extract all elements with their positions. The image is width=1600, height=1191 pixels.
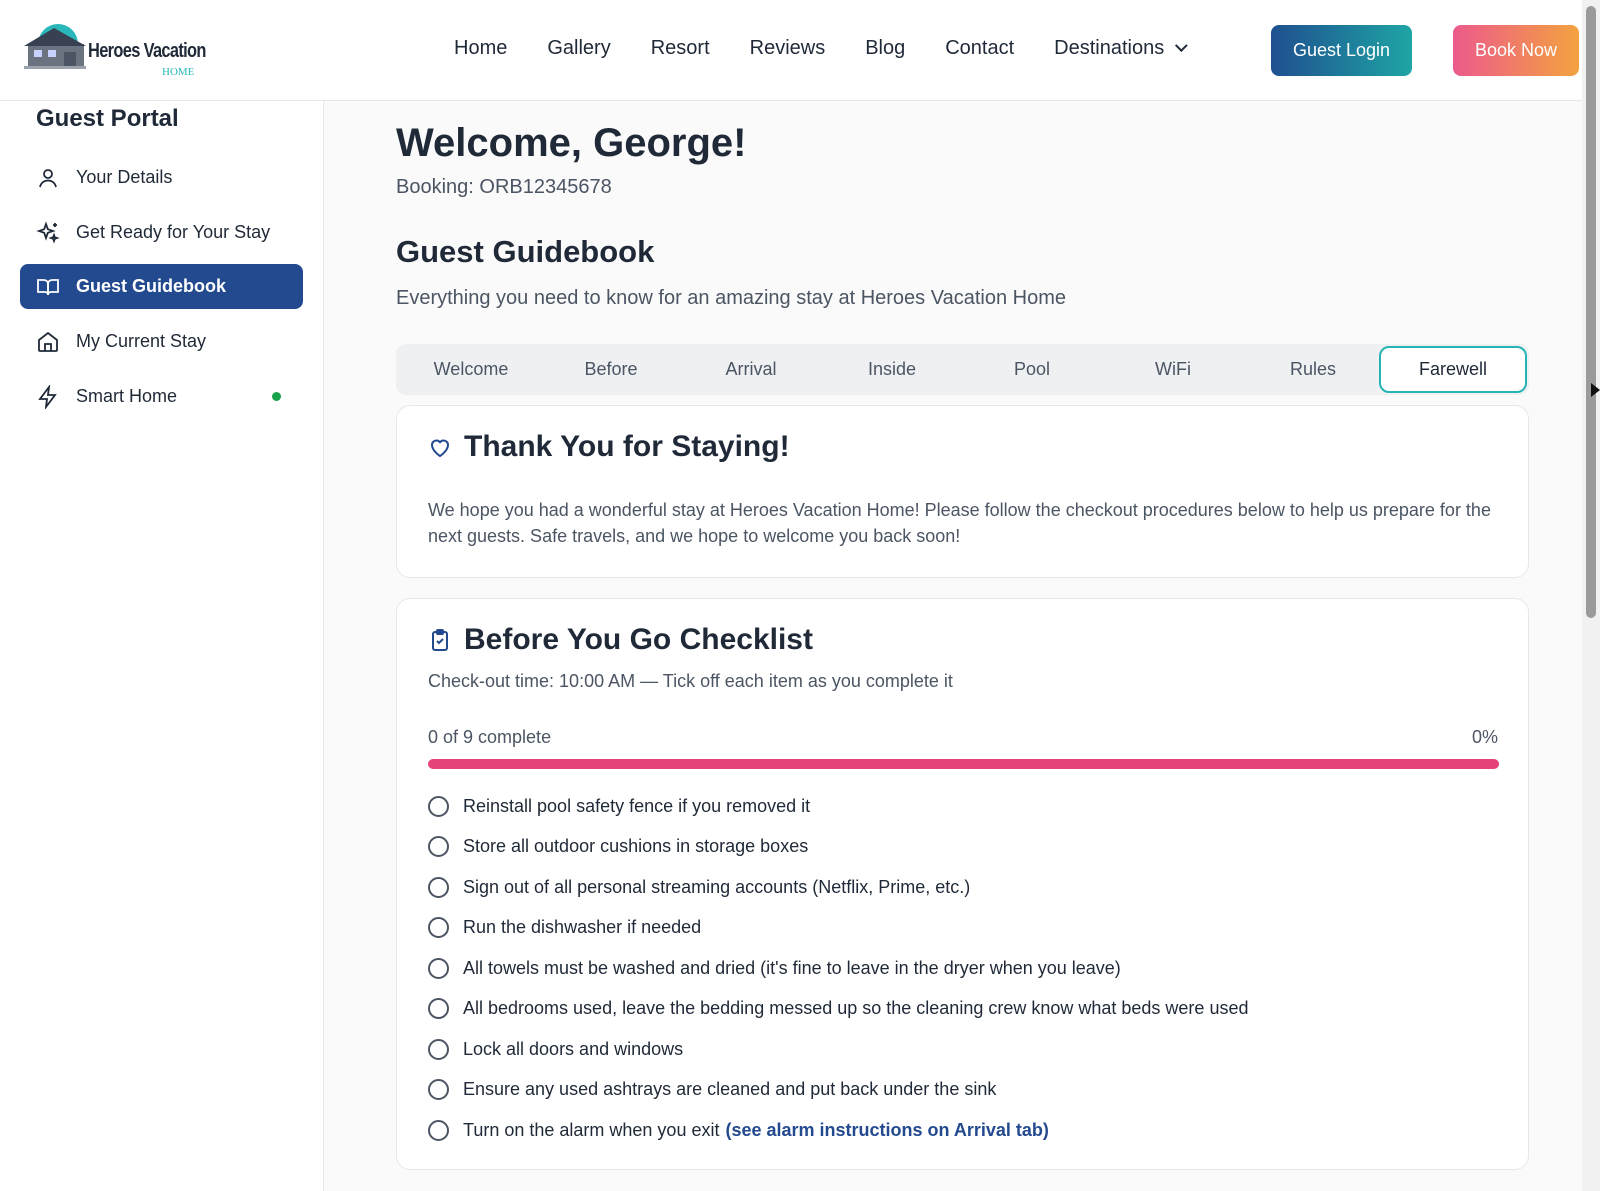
- checkbox[interactable]: [428, 917, 449, 939]
- checklist-card: Before You Go Checklist Check-out time: …: [396, 598, 1529, 1170]
- checkbox[interactable]: [428, 1079, 449, 1101]
- logo-text: Heroes Vacation: [88, 40, 206, 62]
- checklist-title-text: Before You Go Checklist: [464, 623, 813, 656]
- checkbox[interactable]: [428, 836, 449, 858]
- checklist-title: Before You Go Checklist: [428, 623, 813, 657]
- sidebar-item-my-current-stay[interactable]: My Current Stay: [20, 319, 303, 364]
- site-header: Heroes Vacation HOME Home Gallery Resort…: [0, 0, 1582, 101]
- lightning-icon: [38, 384, 57, 409]
- checklist-item-text: Run the dishwasher if needed: [463, 917, 702, 938]
- sidebar-item-guest-guidebook[interactable]: Guest Guidebook: [20, 264, 303, 309]
- alarm-instructions-link[interactable]: (see alarm instructions on Arrival tab): [725, 1120, 1048, 1141]
- nav-resort[interactable]: Resort: [651, 37, 710, 60]
- online-status-dot: [272, 392, 281, 401]
- checklist-item-text: Ensure any used ashtrays are cleaned and…: [463, 1079, 997, 1100]
- checklist: Reinstall pool safety fence if you remov…: [428, 786, 1248, 1151]
- guidebook-tabs: Welcome Before Arrival Inside Pool WiFi …: [396, 344, 1529, 395]
- scrollbar-thumb[interactable]: [1586, 6, 1596, 618]
- sidebar-item-label: Get Ready for Your Stay: [76, 222, 271, 242]
- tab-inside[interactable]: Inside: [818, 346, 966, 393]
- checkbox[interactable]: [428, 876, 449, 898]
- welcome-heading: Welcome, George!: [396, 121, 747, 165]
- thank-you-title: Thank You for Staying!: [428, 430, 790, 464]
- progress-bar: [428, 759, 1499, 769]
- checklist-item[interactable]: Turn on the alarm when you exit (see alar…: [428, 1110, 1248, 1151]
- checklist-item-text: Turn on the alarm when you exit: [463, 1119, 720, 1140]
- tab-before[interactable]: Before: [537, 346, 685, 393]
- thank-you-card: Thank You for Staying! We hope you had a…: [396, 405, 1529, 578]
- checkbox[interactable]: [428, 1038, 449, 1060]
- checklist-item[interactable]: All bedrooms used, leave the bedding mes…: [428, 989, 1248, 1030]
- nav-gallery[interactable]: Gallery: [547, 37, 610, 60]
- sidebar-item-your-details[interactable]: Your Details: [20, 155, 303, 200]
- checkbox[interactable]: [428, 795, 449, 817]
- checkbox[interactable]: [428, 998, 449, 1020]
- checklist-item[interactable]: Lock all doors and windows: [428, 1029, 1248, 1070]
- checklist-item-text: Lock all doors and windows: [463, 1038, 684, 1059]
- checkbox[interactable]: [428, 1119, 449, 1141]
- checklist-item[interactable]: Ensure any used ashtrays are cleaned and…: [428, 1070, 1248, 1111]
- house-logo-icon: [24, 24, 86, 69]
- thank-you-text: We hope you had a wonderful stay at Hero…: [428, 500, 1491, 546]
- heart-icon: [430, 439, 450, 458]
- checklist-item-text: Sign out of all personal streaming accou…: [463, 876, 971, 897]
- tab-farewell[interactable]: Farewell: [1379, 346, 1527, 393]
- page-scrollbar[interactable]: [1582, 0, 1600, 1191]
- mouse-cursor: [1591, 383, 1600, 397]
- tab-arrival[interactable]: Arrival: [677, 346, 825, 393]
- checkbox[interactable]: [428, 957, 449, 979]
- portal-sidebar: Guest Portal Your Details Get Ready for …: [0, 101, 324, 1191]
- tab-wifi[interactable]: WiFi: [1099, 346, 1247, 393]
- checklist-item[interactable]: Run the dishwasher if needed: [428, 908, 1248, 949]
- portal-title: Guest Portal: [36, 105, 179, 132]
- guidebook-title: Guest Guidebook: [396, 234, 655, 269]
- sidebar-item-smart-home[interactable]: Smart Home: [20, 374, 303, 419]
- checklist-item-text: All towels must be washed and dried (it'…: [463, 957, 1121, 978]
- checklist-item[interactable]: Reinstall pool safety fence if you remov…: [428, 786, 1248, 827]
- site-logo[interactable]: Heroes Vacation HOME: [24, 22, 206, 80]
- guest-login-button[interactable]: Guest Login: [1271, 25, 1412, 76]
- nav-home[interactable]: Home: [454, 37, 507, 60]
- nav-contact[interactable]: Contact: [945, 37, 1014, 60]
- home-icon: [38, 331, 58, 352]
- sidebar-item-label: Smart Home: [76, 386, 178, 406]
- book-now-button[interactable]: Book Now: [1453, 25, 1579, 76]
- checklist-item[interactable]: Sign out of all personal streaming accou…: [428, 867, 1248, 908]
- progress-percent: 0%: [1471, 727, 1498, 747]
- progress-label: 0 of 9 complete: [428, 727, 552, 747]
- checkout-time: Check-out time: 10:00 AM — Tick off each…: [428, 671, 953, 691]
- nav-destinations-label: Destinations: [1054, 37, 1165, 59]
- logo-subtext: HOME: [162, 66, 195, 78]
- sidebar-item-label: My Current Stay: [76, 331, 207, 351]
- tab-pool[interactable]: Pool: [958, 346, 1106, 393]
- clipboard-check-icon: [432, 629, 448, 651]
- tab-rules[interactable]: Rules: [1239, 346, 1387, 393]
- chevron-down-icon: [1175, 39, 1188, 53]
- nav-destinations[interactable]: Destinations: [1054, 37, 1188, 60]
- user-icon: [39, 168, 57, 187]
- sidebar-item-label: Your Details: [76, 167, 173, 187]
- booking-reference: Booking: ORB12345678: [396, 176, 612, 198]
- checklist-item-text: Store all outdoor cushions in storage bo…: [463, 836, 809, 857]
- thank-you-title-text: Thank You for Staying!: [464, 430, 790, 463]
- checklist-item-text: All bedrooms used, leave the bedding mes…: [463, 998, 1249, 1019]
- book-open-icon: [37, 278, 59, 295]
- sparkles-icon: [36, 220, 60, 244]
- checklist-item[interactable]: All towels must be washed and dried (it'…: [428, 948, 1248, 989]
- checklist-item-text: Reinstall pool safety fence if you remov…: [463, 795, 811, 816]
- main-nav: Home Gallery Resort Reviews Blog Contact…: [454, 37, 1223, 60]
- sidebar-item-label: Guest Guidebook: [76, 276, 227, 296]
- checklist-item[interactable]: Store all outdoor cushions in storage bo…: [428, 827, 1248, 868]
- sidebar-item-get-ready[interactable]: Get Ready for Your Stay: [20, 210, 303, 255]
- guidebook-subtitle: Everything you need to know for an amazi…: [396, 287, 1066, 309]
- nav-reviews[interactable]: Reviews: [750, 37, 826, 60]
- tab-welcome[interactable]: Welcome: [397, 346, 545, 393]
- nav-blog[interactable]: Blog: [865, 37, 905, 60]
